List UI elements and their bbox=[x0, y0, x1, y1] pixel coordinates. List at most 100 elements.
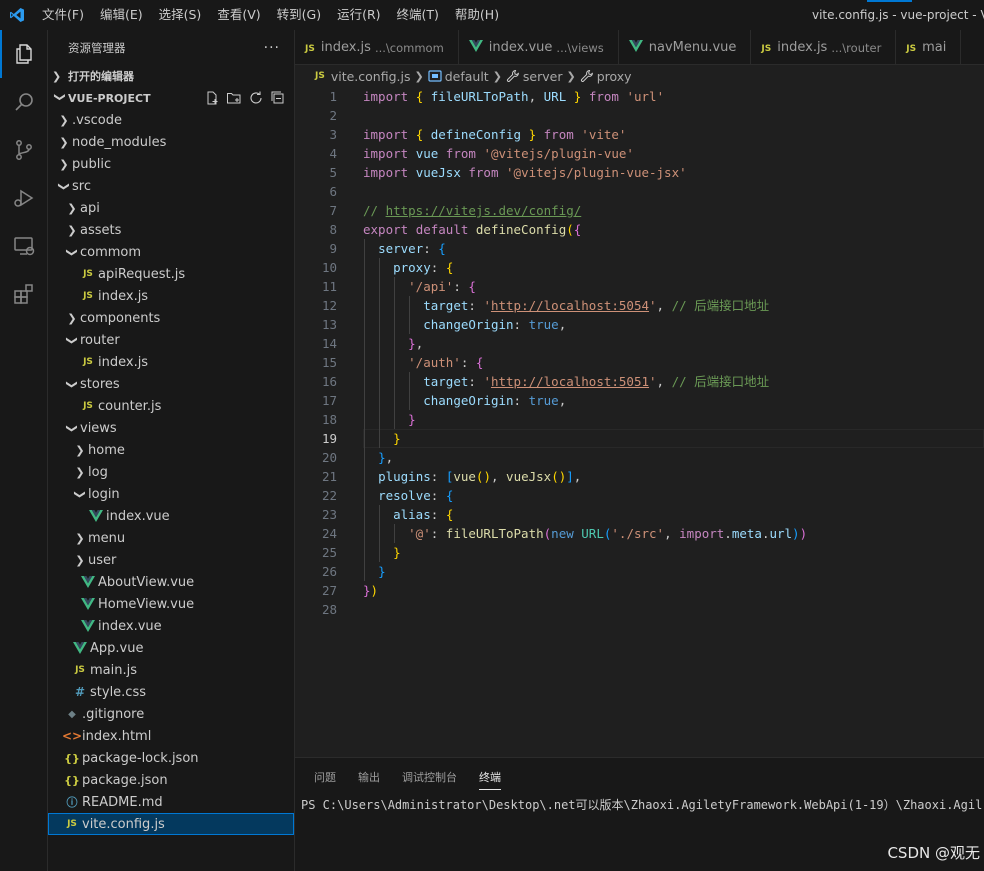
tree-file[interactable]: ⓘ README.md bbox=[48, 791, 294, 813]
tree-label: stores bbox=[80, 376, 120, 392]
line-number: 14 bbox=[321, 336, 337, 351]
code-token: true bbox=[528, 317, 559, 332]
line-number: 7 bbox=[329, 203, 337, 218]
tree-file[interactable]: ◆ .gitignore bbox=[48, 703, 294, 725]
tree-file[interactable]: index.vue bbox=[48, 615, 294, 637]
code-editor[interactable]: 1 import { fileURLToPath, URL } from 'url… bbox=[295, 87, 984, 757]
editor-tab[interactable]: JS mai bbox=[896, 30, 962, 64]
tree-folder[interactable]: ❯ components bbox=[48, 307, 294, 329]
tree-folder[interactable]: ❯ router bbox=[48, 329, 294, 351]
new-folder-icon[interactable] bbox=[226, 90, 242, 106]
breadcrumb-file[interactable]: vite.config.js bbox=[331, 69, 411, 84]
code-text: '/api': { bbox=[363, 277, 476, 296]
tab-icon bbox=[628, 39, 643, 56]
editor-tab[interactable]: JS index.js ...\router bbox=[751, 30, 897, 64]
tree-file[interactable]: {} package.json bbox=[48, 769, 294, 791]
tree-file[interactable]: AboutView.vue bbox=[48, 571, 294, 593]
editor-tab[interactable]: JS index.js ...\commom bbox=[295, 30, 459, 64]
tree-file[interactable]: JS apiRequest.js bbox=[48, 263, 294, 285]
tree-folder[interactable]: ❯ home bbox=[48, 439, 294, 461]
tree-folder[interactable]: ❯ node_modules bbox=[48, 131, 294, 153]
tree-folder[interactable]: ❯ views bbox=[48, 417, 294, 439]
extensions-icon[interactable] bbox=[0, 270, 48, 318]
breadcrumb-default[interactable]: default bbox=[445, 69, 489, 84]
tree-folder[interactable]: ❯ api bbox=[48, 197, 294, 219]
editor-tab[interactable]: navMenu.vue bbox=[619, 30, 752, 64]
project-section[interactable]: ❯ VUE-PROJECT bbox=[48, 87, 294, 109]
code-line: 9 server: { bbox=[295, 239, 984, 258]
code-line: 10 proxy: { bbox=[295, 258, 984, 277]
tab-label: index.vue bbox=[488, 40, 553, 55]
tree-file[interactable]: <> index.html bbox=[48, 725, 294, 747]
editor-tab[interactable]: index.vue ...\views bbox=[459, 30, 619, 64]
tree-folder[interactable]: ❯ stores bbox=[48, 373, 294, 395]
code-token: new bbox=[551, 526, 574, 541]
tree-label: index.html bbox=[82, 728, 152, 744]
code-token: '/auth' bbox=[408, 355, 461, 370]
tree-file[interactable]: HomeView.vue bbox=[48, 593, 294, 615]
menu-item[interactable]: 编辑(E) bbox=[92, 0, 151, 30]
tree-file[interactable]: App.vue bbox=[48, 637, 294, 659]
panel-tab[interactable]: 终端 bbox=[468, 758, 512, 796]
tree-file[interactable]: JS index.js bbox=[48, 285, 294, 307]
menu-item[interactable]: 运行(R) bbox=[329, 0, 388, 30]
tree-folder[interactable]: ❯ .vscode bbox=[48, 109, 294, 131]
editor-tabs: JS index.js ...\commom index.vue ...\views na… bbox=[295, 30, 984, 65]
tree-file[interactable]: # style.css bbox=[48, 681, 294, 703]
menu-item[interactable]: 选择(S) bbox=[151, 0, 210, 30]
tree-folder[interactable]: ❯ public bbox=[48, 153, 294, 175]
search-icon[interactable] bbox=[0, 78, 48, 126]
breadcrumb-proxy[interactable]: proxy bbox=[597, 69, 632, 84]
explorer-actions bbox=[204, 90, 294, 106]
code-token: () bbox=[551, 469, 567, 484]
vue-file-icon bbox=[73, 642, 87, 654]
line-number: 25 bbox=[321, 545, 337, 560]
tab-description: ...\views bbox=[556, 40, 604, 55]
source-control-icon[interactable] bbox=[0, 126, 48, 174]
tree-folder[interactable]: ❯ log bbox=[48, 461, 294, 483]
tree-folder[interactable]: ❯ login bbox=[48, 483, 294, 505]
more-actions-button[interactable]: ··· bbox=[264, 40, 280, 56]
tree-file[interactable]: JS main.js bbox=[48, 659, 294, 681]
menu-item[interactable]: 查看(V) bbox=[209, 0, 268, 30]
tree-folder[interactable]: ❯ src bbox=[48, 175, 294, 197]
line-number: 12 bbox=[321, 298, 337, 313]
tree-folder[interactable]: ❯ user bbox=[48, 549, 294, 571]
panel-tab[interactable]: 输出 bbox=[347, 758, 391, 796]
code-text: target: 'http://localhost:5051', // 后端接口… bbox=[363, 372, 769, 391]
tree-file[interactable]: JS index.js bbox=[48, 351, 294, 373]
code-token: , bbox=[490, 469, 507, 484]
code-text: import vue from '@vitejs/plugin-vue' bbox=[363, 144, 634, 163]
menu-item[interactable]: 终端(T) bbox=[389, 0, 447, 30]
tree-folder[interactable]: ❯ commom bbox=[48, 241, 294, 263]
open-editors-section[interactable]: ❯ 打开的编辑器 bbox=[48, 65, 294, 87]
code-token: ' bbox=[483, 374, 491, 389]
breadcrumb-server[interactable]: server bbox=[523, 69, 563, 84]
code-token: : bbox=[423, 241, 439, 256]
tree-file[interactable]: {} package-lock.json bbox=[48, 747, 294, 769]
menu-item[interactable]: 帮助(H) bbox=[447, 0, 507, 30]
code-text: // https://vitejs.dev/config/ bbox=[363, 201, 581, 220]
tree-file[interactable]: JS vite.config.js bbox=[48, 813, 294, 835]
code-token: , bbox=[558, 393, 567, 408]
remote-explorer-icon[interactable] bbox=[0, 222, 48, 270]
tree-folder[interactable]: ❯ menu bbox=[48, 527, 294, 549]
tree-file[interactable]: JS counter.js bbox=[48, 395, 294, 417]
panel-tab[interactable]: 调试控制台 bbox=[391, 758, 468, 796]
tree-folder[interactable]: ❯ assets bbox=[48, 219, 294, 241]
menu-item[interactable]: 转到(G) bbox=[269, 0, 329, 30]
tree-file[interactable]: index.vue bbox=[48, 505, 294, 527]
refresh-icon[interactable] bbox=[248, 90, 264, 106]
menu-item[interactable]: 文件(F) bbox=[34, 0, 92, 30]
explorer-icon[interactable] bbox=[0, 30, 48, 78]
code-line: 12 target: 'http://localhost:5054', // 后… bbox=[295, 296, 984, 315]
code-token: vue bbox=[453, 469, 476, 484]
collapse-all-icon[interactable] bbox=[270, 90, 286, 106]
code-token: , bbox=[656, 374, 672, 389]
new-file-icon[interactable] bbox=[204, 90, 220, 106]
panel-tab[interactable]: 问题 bbox=[303, 758, 347, 796]
code-line: 5 import vueJsx from '@vitejs/plugin-vue-… bbox=[295, 163, 984, 182]
terminal-line[interactable]: PS C:\Users\Administrator\Desktop\.net可以… bbox=[295, 796, 984, 813]
run-debug-icon[interactable] bbox=[0, 174, 48, 222]
